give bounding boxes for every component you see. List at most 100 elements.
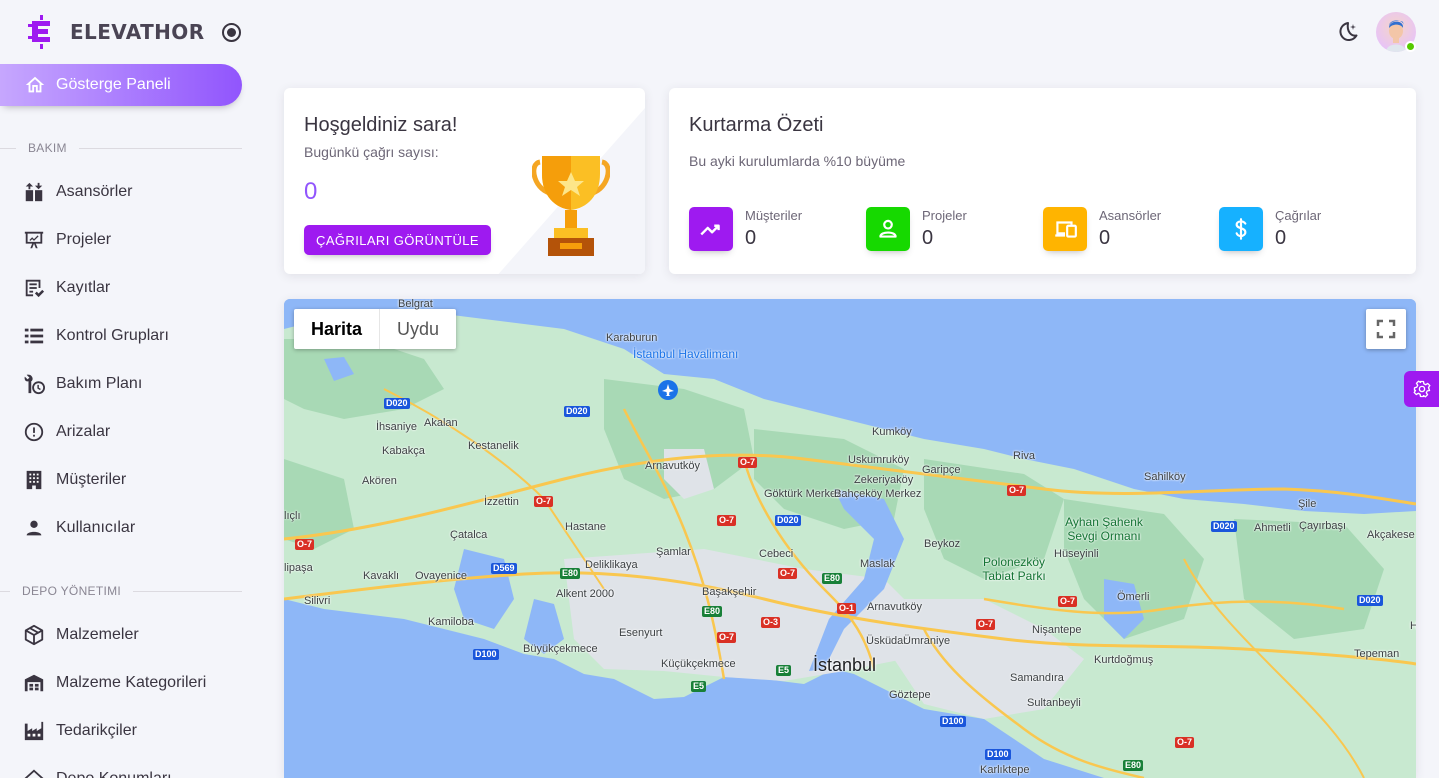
- map-label: lıçlı: [284, 510, 301, 522]
- map-type-satellite-button[interactable]: Uydu: [380, 309, 456, 349]
- sidebar-item-maintenance-plan[interactable]: Bakım Planı: [0, 364, 242, 404]
- map-label: Şile: [1298, 498, 1317, 510]
- theme-customizer-button[interactable]: [1404, 371, 1439, 407]
- map-label: Kamiloba: [428, 616, 474, 628]
- summary-title: Kurtarma Özeti: [689, 114, 824, 136]
- sidebar-item-projects[interactable]: Projeler: [0, 220, 242, 260]
- road-shield: E5: [776, 665, 792, 676]
- map-label: Küçükçekmece: [661, 658, 736, 670]
- map-label: Çatalca: [450, 529, 488, 541]
- home-icon: [23, 768, 45, 778]
- road-shield: D100: [473, 649, 499, 660]
- map-label: Göktürk Merkez: [764, 488, 842, 500]
- road-shield: O-7: [717, 515, 737, 526]
- stat-value: 0: [1099, 227, 1111, 249]
- map-label: Polonezköy Tabiat Parkı: [982, 555, 1046, 583]
- stat-value: 0: [745, 227, 757, 249]
- sidebar-item-suppliers[interactable]: Tedarikçiler: [0, 711, 242, 751]
- stat-calls: Çağrılar 0: [1219, 206, 1321, 252]
- map-label: Başakşehir: [702, 586, 757, 598]
- section-title-maintenance: BAKIM: [0, 140, 242, 156]
- brand[interactable]: ELEVATHOR: [28, 14, 205, 50]
- map-view[interactable]: Harita Uydu Belgrat Karaburun İstanbul H…: [284, 299, 1416, 778]
- road-shield: O-7: [778, 568, 798, 579]
- moon-star-icon[interactable]: [1336, 20, 1360, 44]
- road-shield: D020: [564, 406, 590, 417]
- road-shield: E80: [1123, 760, 1144, 771]
- factory-icon: [23, 720, 45, 742]
- sidebar-item-dashboard[interactable]: Gösterge Paneli: [0, 64, 242, 106]
- gear-icon: [1413, 380, 1430, 398]
- sidebar-item-depot-locations[interactable]: Depo Konumları: [0, 759, 242, 778]
- fullscreen-icon: [1376, 319, 1396, 339]
- map-label: Ümraniye: [903, 635, 951, 647]
- stat-label: Asansörler: [1099, 208, 1162, 223]
- map-label: Maslak: [860, 558, 895, 570]
- road-shield: D020: [1357, 595, 1383, 606]
- map-label: Deliklikaya: [585, 559, 638, 571]
- road-shield: E80: [822, 573, 843, 584]
- sidebar-item-faults[interactable]: Arizalar: [0, 412, 242, 452]
- road-shield: D569: [491, 563, 517, 574]
- map-label: Beykoz: [924, 538, 961, 550]
- sidebar-item-records[interactable]: Kayıtlar: [0, 268, 242, 308]
- map-label: Akören: [362, 475, 397, 487]
- road-shield: E5: [691, 681, 707, 692]
- fullscreen-button[interactable]: [1366, 309, 1406, 349]
- welcome-card: Hoşgeldiniz sara! Bugünkü çağrı sayısı: …: [284, 88, 645, 274]
- package-icon: [23, 624, 45, 646]
- map-label: Samandıra: [1010, 672, 1064, 684]
- presentation-icon: [23, 229, 45, 251]
- sidebar-collapse-toggle[interactable]: [222, 23, 241, 42]
- sidebar-item-users[interactable]: Kullanıcılar: [0, 508, 242, 548]
- sidebar: ELEVATHOR Gösterge Paneli BAKIM Asansörl…: [0, 0, 260, 778]
- map-label: Tepeman: [1354, 648, 1400, 660]
- stat-label: Projeler: [922, 208, 967, 223]
- map-label: Belgrat: [398, 299, 433, 310]
- alert-circle-icon: [23, 421, 45, 443]
- map-label: Ovayenice: [415, 570, 467, 582]
- map-label: lipaşa: [284, 562, 313, 574]
- map-label: Akçakese: [1367, 529, 1415, 541]
- stat-label: Çağrılar: [1275, 208, 1322, 223]
- map-label: Bahçeköy Merkez: [834, 488, 922, 500]
- home-outline-icon: [25, 76, 45, 93]
- map-label: Kabakça: [382, 445, 425, 457]
- sidebar-item-materials[interactable]: Malzemeler: [0, 615, 242, 655]
- stat-value: 0: [1275, 227, 1287, 249]
- wrench-clock-icon: [23, 373, 45, 395]
- today-call-count: 0: [304, 178, 318, 205]
- stat-value: 0: [922, 227, 934, 249]
- map-label: Arnavutköy: [645, 460, 701, 472]
- map-label: Karaburun: [606, 332, 658, 344]
- elevathor-logo-icon: [28, 15, 50, 49]
- stat-elevators: Asansörler 0: [1043, 206, 1161, 252]
- map-label: Hastane: [565, 521, 606, 533]
- map-label: Arnavutköy: [867, 601, 923, 613]
- map-label: Uskumruköy: [848, 454, 910, 466]
- road-shield: D020: [384, 398, 410, 409]
- online-status-dot: [1405, 41, 1416, 52]
- road-shield: O-7: [1007, 485, 1027, 496]
- map-label: Kumköy: [872, 426, 912, 438]
- dollar-icon: [1219, 207, 1263, 251]
- map-label: Zekeriyaköy: [854, 474, 914, 486]
- map-type-map-button[interactable]: Harita: [294, 309, 381, 349]
- road-shield: O-7: [295, 539, 315, 550]
- trending-up-icon: [689, 207, 733, 251]
- sidebar-item-elevators[interactable]: Asansörler: [0, 172, 242, 212]
- view-calls-button[interactable]: ÇAĞRILARI GÖRÜNTÜLE: [304, 225, 491, 255]
- sidebar-item-customers[interactable]: Müşteriler: [0, 460, 242, 500]
- user-icon: [23, 517, 45, 539]
- map-label: Ömerli: [1117, 591, 1150, 603]
- map-label: Karlıktepe: [980, 764, 1030, 776]
- map-label: Şamlar: [656, 546, 691, 558]
- sidebar-item-material-categories[interactable]: Malzeme Kategorileri: [0, 663, 242, 703]
- road-shield: D020: [775, 515, 801, 526]
- map-label: Esenyurt: [619, 627, 663, 639]
- road-shield: O-3: [761, 617, 781, 628]
- sidebar-item-control-groups[interactable]: Kontrol Grupları: [0, 316, 242, 356]
- brand-name: ELEVATHOR: [70, 20, 205, 44]
- stat-customers: Müşteriler 0: [689, 206, 802, 252]
- sidebar-item-label: Gösterge Paneli: [56, 76, 171, 93]
